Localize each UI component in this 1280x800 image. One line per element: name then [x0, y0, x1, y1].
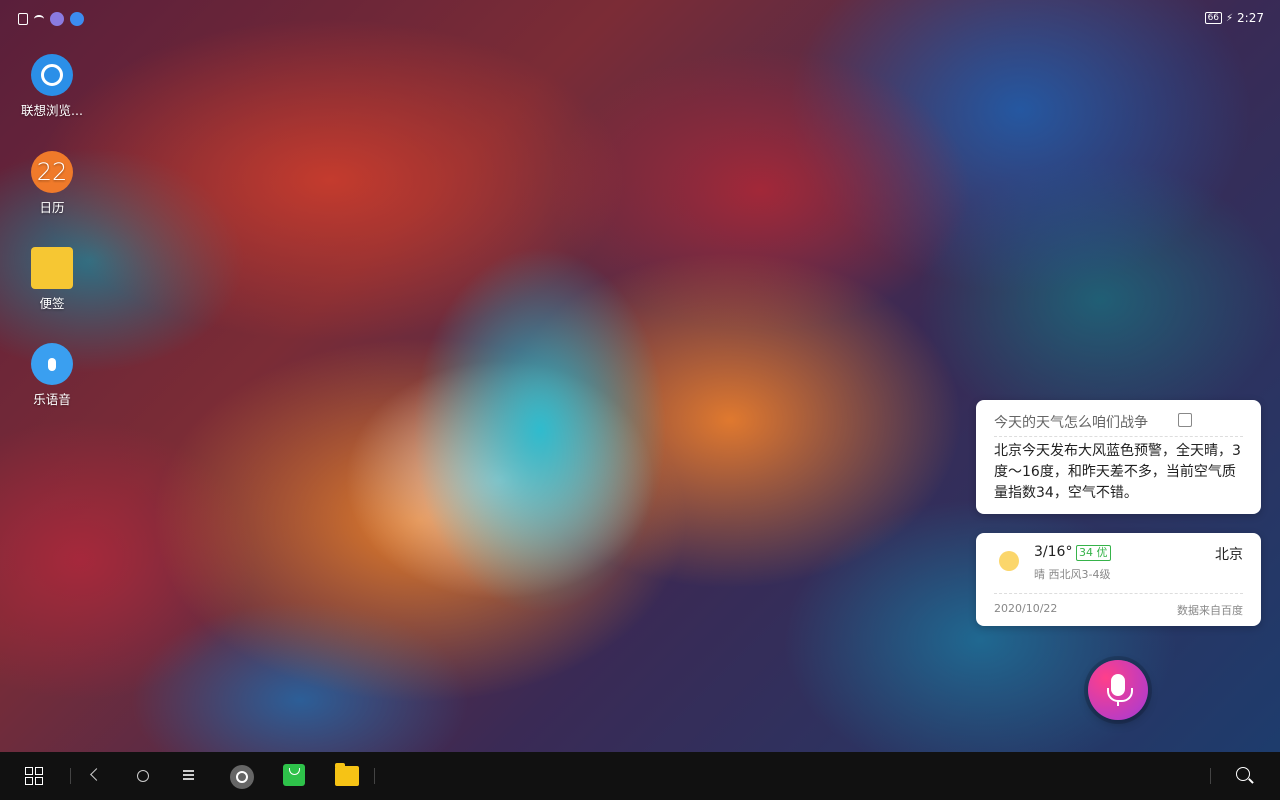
- browser-icon: [31, 54, 73, 96]
- start-button[interactable]: [25, 767, 45, 787]
- taskbar-separator: [1210, 768, 1211, 784]
- search-icon[interactable]: [1236, 767, 1250, 781]
- microphone-stand: [1107, 688, 1133, 702]
- file-manager-button[interactable]: [335, 763, 359, 786]
- weather-source: 数据来自百度: [1177, 604, 1243, 617]
- sun-icon: [999, 551, 1019, 571]
- edit-icon[interactable]: [1178, 413, 1192, 427]
- home-button[interactable]: [137, 770, 149, 782]
- taskbar: [0, 752, 1280, 800]
- calendar-icon: 22: [31, 151, 73, 193]
- desktop-icon-label: 便签: [39, 296, 65, 311]
- weather-card[interactable]: 3/16° 34 优 北京 晴 西北风3-4级 2020/10/22 数据来自百…: [976, 533, 1261, 626]
- desktop-icon-label: 乐语音: [33, 392, 71, 407]
- weather-city: 北京: [1215, 547, 1243, 563]
- assistant-answer: 北京今天发布大风蓝色预警，全天晴，3度～16度，和昨天差不多，当前空气质量指数3…: [994, 443, 1241, 501]
- voice-assistant-button[interactable]: [1088, 660, 1148, 720]
- status-left: [18, 12, 84, 26]
- weather-date: 2020/10/22: [994, 602, 1058, 615]
- recents-button[interactable]: [183, 770, 194, 782]
- settings-app-button[interactable]: [230, 765, 254, 789]
- microphone-icon: [31, 343, 73, 385]
- desktop-icon-label: 联想浏览...: [21, 103, 83, 118]
- folder-icon: [335, 763, 345, 767]
- clock: 2:27: [1237, 11, 1264, 25]
- status-bar: 66 ⚡ 2:27: [0, 0, 1280, 36]
- weather-temperature: 3/16°: [1034, 544, 1073, 560]
- taskbar-separator: [374, 768, 375, 784]
- desktop: 66 ⚡ 2:27 联想浏览... 22 日历 便签 乐语音 今天的天气怎么咱们…: [0, 0, 1280, 800]
- vpn-icon: [50, 12, 64, 26]
- aqi-badge: 34 优: [1076, 545, 1111, 561]
- desktop-icon-calendar[interactable]: 22 日历: [14, 151, 90, 216]
- taskbar-separator: [70, 768, 71, 784]
- gear-icon: [236, 771, 248, 783]
- assistant-answer-card: 今天的天气怎么咱们战争 北京今天发布大风蓝色预警，全天晴，3度～16度，和昨天差…: [976, 400, 1261, 514]
- charging-icon: ⚡: [1226, 12, 1234, 24]
- back-button[interactable]: [90, 768, 103, 781]
- desktop-icon-label: 日历: [39, 200, 65, 215]
- divider: [994, 593, 1243, 594]
- alert-icon: [18, 13, 28, 25]
- desktop-icon-notes[interactable]: 便签: [14, 247, 90, 312]
- divider: [994, 436, 1243, 437]
- notes-icon: [31, 247, 73, 289]
- shopping-bag-icon: [289, 768, 300, 775]
- desktop-icon-browser[interactable]: 联想浏览...: [14, 54, 90, 119]
- wifi-icon: [34, 15, 44, 23]
- bluetooth-icon: [70, 12, 84, 26]
- status-right: 66 ⚡ 2:27: [1204, 11, 1264, 25]
- assistant-query: 今天的天气怎么咱们战争: [994, 415, 1148, 431]
- microphone-leg: [1117, 700, 1119, 706]
- app-store-button[interactable]: [283, 764, 305, 786]
- weather-description: 晴 西北风3-4级: [1034, 568, 1111, 581]
- battery-indicator: 66: [1204, 12, 1223, 24]
- desktop-icon-voice[interactable]: 乐语音: [14, 343, 90, 408]
